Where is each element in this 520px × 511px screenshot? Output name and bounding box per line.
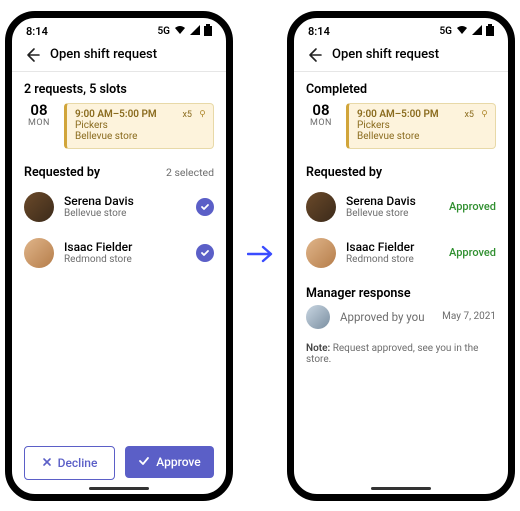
location-pin-icon: [198, 109, 207, 121]
status-badge: Approved: [449, 200, 496, 213]
footer-actions: Decline Approve: [12, 436, 226, 494]
decline-label: Decline: [58, 456, 98, 470]
shift-role: Pickers: [357, 120, 487, 131]
manager-date: May 7, 2021: [442, 311, 496, 322]
person-row[interactable]: Isaac Fielder Redmond store: [12, 230, 226, 276]
manager-response-title: Manager response: [306, 286, 496, 301]
shift-role: Pickers: [75, 120, 205, 131]
network-label: 5G: [157, 26, 170, 37]
requested-title: Requested by: [306, 165, 382, 180]
status-bar: 8:14 5G: [294, 18, 508, 41]
checkmark-icon[interactable]: [196, 244, 214, 262]
summary-section: 2 requests, 5 slots 08 MON 9:00 AM–5:00 …: [12, 72, 226, 155]
close-icon: [42, 456, 52, 470]
wifi-icon: [456, 25, 468, 38]
check-icon: [138, 455, 150, 469]
signal-icon: [472, 25, 482, 38]
approve-button[interactable]: Approve: [125, 446, 214, 478]
person-row: Serena Davis Bellevue store Approved: [294, 184, 508, 230]
status-bar: 8:14 5G: [12, 18, 226, 41]
shift-card[interactable]: 9:00 AM–5:00 PM Pickers Bellevue store x…: [346, 103, 496, 149]
summary-section: Completed 08 MON 9:00 AM–5:00 PM Pickers…: [294, 72, 508, 155]
shift-row: 08 MON 9:00 AM–5:00 PM Pickers Bellevue …: [306, 103, 496, 149]
avatar: [306, 192, 336, 222]
avatar: [306, 238, 336, 268]
person-store: Bellevue store: [346, 208, 416, 219]
home-indicator: [371, 487, 431, 490]
signal-icon: [190, 25, 200, 38]
summary-text: Completed: [306, 82, 496, 97]
date-column: 08 MON: [306, 103, 336, 149]
status-badge: Approved: [449, 246, 496, 259]
avatar: [24, 238, 54, 268]
manager-response-section: Manager response Approved by you May 7, …: [294, 276, 508, 337]
manager-row: Approved by you May 7, 2021: [306, 301, 496, 333]
phone-left: 8:14 5G Open shift request 2 reque: [5, 11, 233, 501]
person-row[interactable]: Serena Davis Bellevue store: [12, 184, 226, 230]
back-icon[interactable]: [24, 47, 40, 63]
note-label: Note:: [306, 343, 330, 354]
status-time: 8:14: [26, 25, 48, 38]
selected-count: 2 selected: [166, 166, 214, 179]
summary-text: 2 requests, 5 slots: [24, 82, 214, 97]
shift-store: Bellevue store: [75, 131, 205, 142]
page-title: Open shift request: [50, 47, 157, 62]
phone-right: 8:14 5G Open shift request Complet: [287, 11, 515, 501]
avatar: [24, 192, 54, 222]
arrow-right-icon: [247, 244, 273, 268]
app-header: Open shift request: [12, 41, 226, 72]
date-day: 08: [24, 103, 54, 118]
home-indicator: [89, 487, 149, 490]
wifi-icon: [174, 25, 186, 38]
person-name: Isaac Fielder: [64, 240, 132, 254]
network-label: 5G: [439, 26, 452, 37]
shift-store: Bellevue store: [357, 131, 487, 142]
avatar: [306, 305, 330, 329]
page-title: Open shift request: [332, 47, 439, 62]
person-store: Redmond store: [346, 254, 414, 265]
person-name: Serena Davis: [346, 194, 416, 208]
status-indicators: 5G: [439, 24, 494, 39]
date-dow: MON: [24, 118, 54, 128]
requested-title: Requested by: [24, 165, 100, 180]
back-icon[interactable]: [306, 47, 322, 63]
location-pin-icon: [480, 109, 489, 121]
date-dow: MON: [306, 118, 336, 128]
app-header: Open shift request: [294, 41, 508, 72]
person-name: Isaac Fielder: [346, 240, 414, 254]
battery-icon: [204, 24, 212, 39]
person-name: Serena Davis: [64, 194, 134, 208]
date-day: 08: [306, 103, 336, 118]
approve-label: Approve: [156, 455, 200, 469]
status-time: 8:14: [308, 25, 330, 38]
shift-card[interactable]: 9:00 AM–5:00 PM Pickers Bellevue store x…: [64, 103, 214, 149]
shift-row: 08 MON 9:00 AM–5:00 PM Pickers Bellevue …: [24, 103, 214, 149]
person-store: Redmond store: [64, 254, 132, 265]
checkmark-icon[interactable]: [196, 198, 214, 216]
decline-button[interactable]: Decline: [24, 446, 115, 480]
person-store: Bellevue store: [64, 208, 134, 219]
shift-slots: x5: [464, 110, 474, 120]
manager-text: Approved by you: [340, 310, 425, 324]
person-row: Isaac Fielder Redmond store Approved: [294, 230, 508, 276]
date-column: 08 MON: [24, 103, 54, 149]
shift-slots: x5: [182, 110, 192, 120]
note-text: Request approved, see you in the store.: [306, 343, 478, 365]
status-indicators: 5G: [157, 24, 212, 39]
requested-header: Requested by: [294, 155, 508, 184]
battery-icon: [486, 24, 494, 39]
requested-header: Requested by 2 selected: [12, 155, 226, 184]
manager-note: Note: Request approved, see you in the s…: [294, 337, 508, 365]
